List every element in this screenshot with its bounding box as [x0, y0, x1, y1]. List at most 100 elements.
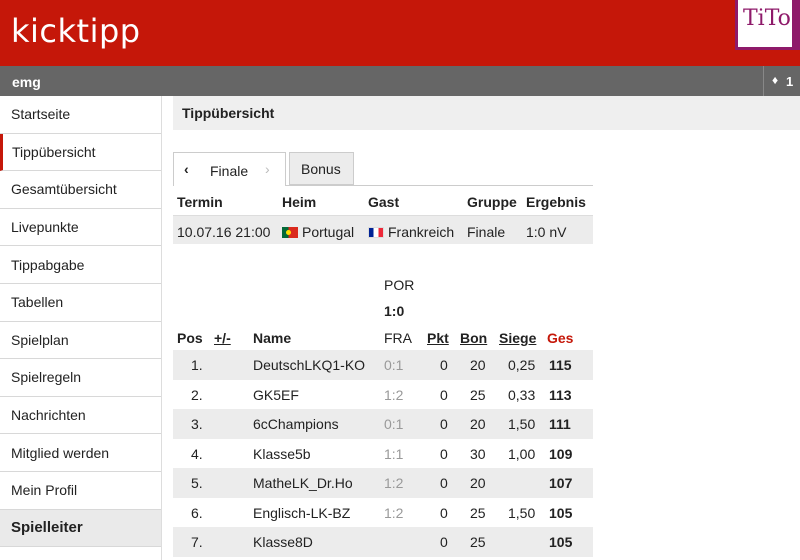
match-table-header: Termin Heim Gast Gruppe Ergebnis — [173, 186, 593, 215]
partner-logo[interactable]: TiTo — [735, 0, 800, 50]
header-ges[interactable]: Ges — [547, 330, 573, 346]
nav-tippabgabe[interactable]: Tippabgabe — [0, 246, 161, 284]
match-heim: Portugal — [282, 224, 354, 240]
row-pkt: 0 — [440, 357, 448, 373]
partner-logo-edge — [792, 0, 800, 50]
row-name[interactable]: DeutschLKQ1-KO — [253, 357, 365, 373]
nav-spielplan[interactable]: Spielplan — [0, 321, 161, 360]
table-row[interactable]: 2. GK5EF 1:2 0 25 0,33 113 — [173, 380, 593, 410]
nav-gesamtuebersicht[interactable]: Gesamtübersicht — [0, 171, 161, 209]
row-pkt: 0 — [440, 504, 448, 521]
header-match-away[interactable]: FRA — [384, 330, 412, 346]
row-bon: 25 — [470, 504, 486, 521]
table-row[interactable]: 7. Klasse8D 0 25 105 — [173, 527, 593, 557]
header-match-home[interactable]: POR — [384, 277, 414, 293]
row-pkt: 0 — [440, 445, 448, 462]
nav-tabellen[interactable]: Tabellen — [0, 283, 161, 322]
group-bar: emg ♦ 1 — [0, 66, 800, 96]
row-name[interactable]: MatheLK_Dr.Ho — [253, 475, 353, 491]
row-pos: 1. — [191, 357, 203, 373]
row-pkt: 0 — [440, 534, 448, 550]
match-row[interactable]: 10.07.16 21:00 Portugal Frankreich Final… — [173, 215, 593, 244]
row-pkt: 0 — [440, 416, 448, 432]
notifications[interactable]: ♦ 1 — [763, 66, 800, 96]
row-ges: 115 — [549, 357, 572, 373]
header-gruppe: Gruppe — [467, 194, 517, 210]
row-name[interactable]: Klasse5b — [253, 446, 311, 462]
row-name[interactable]: Englisch-LK-BZ — [253, 505, 350, 521]
row-bon: 20 — [470, 416, 486, 432]
row-siege: 1,00 — [508, 445, 536, 462]
header-bon[interactable]: Bon — [460, 330, 487, 346]
header-siege[interactable]: Siege — [499, 330, 536, 346]
header-ergebnis: Ergebnis — [526, 194, 586, 210]
bell-icon: ♦ — [772, 73, 779, 87]
match-heim-name: Portugal — [302, 224, 355, 240]
page-title: Tippübersicht — [182, 105, 275, 121]
france-flag-icon — [368, 227, 384, 238]
table-row[interactable]: 5. MatheLK_Dr.Ho 1:2 0 20 107 — [173, 468, 593, 498]
row-tip: 0:1 — [384, 357, 404, 373]
partner-logo-text: TiTo — [743, 6, 791, 31]
row-pos: 2. — [191, 386, 203, 403]
row-pkt: 0 — [440, 475, 448, 491]
header-pkt[interactable]: Pkt — [427, 330, 449, 346]
nav-livepunkte[interactable]: Livepunkte — [0, 208, 161, 247]
nav-mein-profil[interactable]: Mein Profil — [0, 471, 161, 510]
row-tip: 0:1 — [384, 416, 404, 432]
row-name[interactable]: 6cChampions — [253, 416, 339, 432]
table-row[interactable]: 6. Englisch-LK-BZ 1:2 0 25 1,50 105 — [173, 498, 593, 528]
header-pos: Pos — [177, 330, 203, 346]
table-row[interactable]: 3. 6cChampions 0:1 0 20 1,50 111 — [173, 409, 593, 439]
top-bar: kicktipp TiTo — [0, 0, 800, 66]
row-ges: 105 — [549, 534, 573, 550]
row-tip: 1:1 — [384, 445, 404, 462]
row-pos: 7. — [191, 534, 203, 550]
tab-bonus[interactable]: Bonus — [289, 152, 354, 185]
tab-bonus-label: Bonus — [301, 161, 341, 177]
chevron-right-icon: › — [265, 161, 270, 177]
row-ges: 105 — [549, 504, 573, 521]
row-bon: 25 — [470, 386, 486, 403]
nav-spielregeln[interactable]: Spielregeln — [0, 359, 161, 397]
nav-spielleiter[interactable]: Spielleiter — [0, 509, 161, 548]
row-ges: 111 — [549, 416, 571, 432]
nav-mitglied-werden[interactable]: Mitglied werden — [0, 434, 161, 472]
header-name: Name — [253, 330, 292, 346]
match-ergebnis: 1:0 nV — [526, 224, 567, 240]
row-tip: 1:2 — [384, 504, 404, 521]
row-name[interactable]: Klasse8D — [253, 534, 313, 550]
nav-startseite[interactable]: Startseite — [0, 96, 161, 134]
header-gast: Gast — [368, 194, 400, 210]
row-tip: 1:2 — [384, 386, 404, 403]
match-gast: Frankreich — [368, 224, 454, 240]
row-pkt: 0 — [440, 386, 448, 403]
row-pos: 4. — [191, 445, 203, 462]
group-name[interactable]: emg — [12, 74, 41, 90]
tab-round[interactable]: ‹ Finale › — [173, 152, 286, 186]
row-ges: 113 — [549, 386, 572, 403]
header-change[interactable]: +/- — [214, 330, 231, 346]
row-ges: 109 — [549, 445, 573, 462]
nav-tippuebersicht[interactable]: Tippübersicht — [0, 133, 161, 172]
nav-nachrichten[interactable]: Nachrichten — [0, 396, 161, 435]
row-bon: 30 — [470, 445, 486, 462]
header-termin: Termin — [177, 194, 223, 210]
header-heim: Heim — [282, 194, 317, 210]
match-gast-name: Frankreich — [388, 224, 455, 240]
chevron-left-icon[interactable]: ‹ — [184, 161, 189, 177]
tab-round-label: Finale — [210, 163, 249, 179]
notification-count: 1 — [786, 74, 794, 89]
row-pos: 3. — [191, 416, 203, 432]
table-row[interactable]: 1. DeutschLKQ1-KO 0:1 0 20 0,25 115 — [173, 350, 593, 380]
standings-header: Pos +/- Name POR 1:0 FRA Pkt Bon Siege G… — [173, 270, 593, 350]
table-row[interactable]: 4. Klasse5b 1:1 0 30 1,00 109 — [173, 439, 593, 469]
row-siege: 0,25 — [508, 357, 536, 373]
row-name[interactable]: GK5EF — [253, 387, 299, 403]
row-siege: 1,50 — [508, 416, 536, 432]
row-ges: 107 — [549, 475, 573, 491]
row-bon: 20 — [470, 357, 486, 373]
row-bon: 20 — [470, 475, 486, 491]
kicktipp-logo[interactable]: kicktipp — [11, 12, 141, 50]
row-siege: 1,50 — [508, 504, 536, 521]
